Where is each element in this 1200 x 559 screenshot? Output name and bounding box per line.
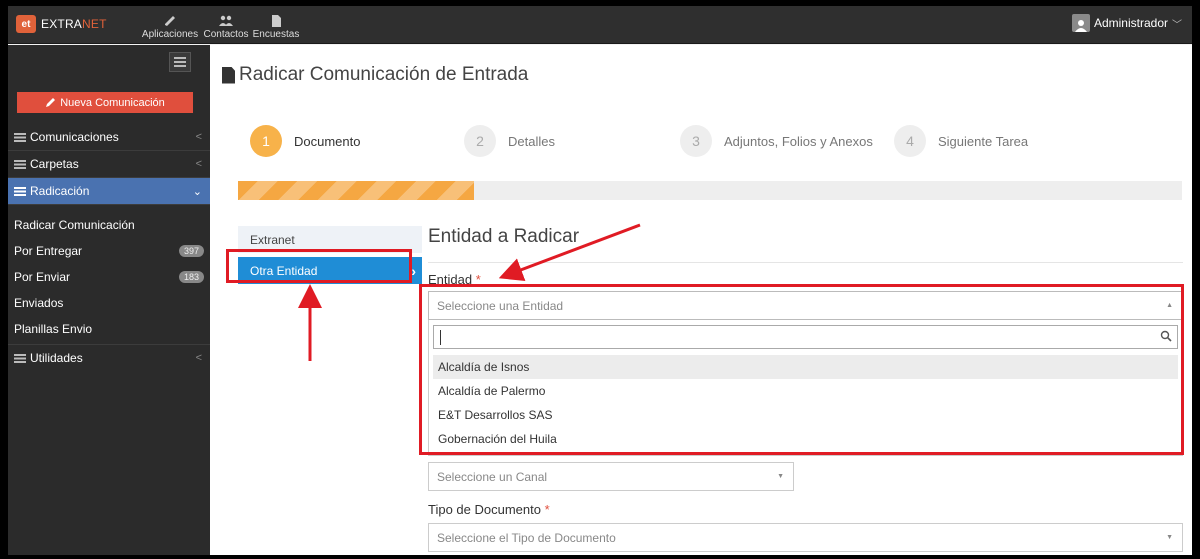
submenu-label: Planillas Envio: [14, 322, 93, 336]
highlight-box-dropdown: [419, 284, 1184, 455]
doc-type-select[interactable]: Seleccione el Tipo de Documento ▼: [428, 523, 1183, 552]
progress-fill: [238, 181, 474, 200]
caret-down-icon: ▼: [1166, 534, 1173, 541]
submenu-item-por-enviar[interactable]: Por Enviar 183: [8, 264, 210, 290]
submenu-label: Radicar Comunicación: [14, 218, 135, 232]
document-icon: [272, 15, 281, 27]
submenu-item-enviados[interactable]: Enviados: [8, 290, 210, 316]
step-label: Detalles: [508, 133, 555, 149]
submenu-label: Enviados: [14, 296, 64, 310]
pencil-icon: [165, 16, 175, 26]
top-bar: et EXTRANET Aplicaciones Contactos Encue…: [8, 6, 1192, 44]
step-number: 3: [680, 125, 712, 157]
sidebar-toggle-button[interactable]: [169, 52, 191, 72]
submenu-item-radicar[interactable]: Radicar Comunicación: [8, 212, 210, 238]
sidebar-item-label: Carpetas: [30, 157, 79, 171]
nav-aplicaciones[interactable]: Aplicaciones: [140, 10, 200, 40]
sidebar-item-radicacion[interactable]: Radicación ⌄: [8, 178, 210, 205]
app-window: et EXTRANET Aplicaciones Contactos Encue…: [8, 6, 1192, 555]
submenu-item-por-entregar[interactable]: Por Entregar 397: [8, 238, 210, 264]
brand[interactable]: et EXTRANET: [16, 15, 107, 33]
page-title: Radicar Comunicación de Entrada: [222, 64, 528, 86]
sidebar: Nueva Comunicación Comunicaciones < Carp…: [8, 45, 210, 555]
chevron-left-icon: <: [195, 158, 202, 170]
users-icon: [219, 15, 233, 26]
channel-select[interactable]: Seleccione un Canal ▼: [428, 462, 794, 491]
nav-contactos[interactable]: Contactos: [200, 10, 252, 40]
nav-label: Encuestas: [252, 29, 300, 40]
nav-label: Aplicaciones: [141, 29, 199, 40]
list-icon: [14, 132, 26, 142]
sidebar-item-carpetas[interactable]: Carpetas <: [8, 151, 210, 178]
step-label: Siguiente Tarea: [938, 133, 1029, 149]
user-menu[interactable]: Administrador ﹀: [1071, 14, 1182, 32]
page-title-text: Radicar Comunicación de Entrada: [239, 64, 529, 85]
user-name: Administrador: [1093, 16, 1168, 30]
chevron-left-icon: <: [195, 131, 202, 143]
chevron-left-icon: <: [195, 352, 202, 364]
brand-logo: et: [16, 15, 36, 33]
step-label: Adjuntos, Folios y Anexos: [724, 133, 873, 149]
required-mark: *: [544, 502, 550, 517]
caret-down-icon: ▼: [777, 473, 784, 480]
nav-label: Contactos: [203, 29, 249, 40]
wizard-progress-bar: [238, 181, 1182, 200]
step-detalles[interactable]: 2 Detalles: [464, 125, 555, 157]
count-badge: 183: [178, 271, 204, 283]
brand-name-accent: NET: [82, 17, 107, 31]
section-title: Entidad a Radicar: [428, 226, 1183, 263]
hamburger-icon: [174, 61, 186, 63]
doc-type-label-text: Tipo de Documento: [428, 502, 541, 517]
step-siguiente-tarea[interactable]: 4 Siguiente Tarea: [894, 125, 1028, 157]
submenu-item-planillas[interactable]: Planillas Envio: [8, 316, 210, 342]
step-number: 4: [894, 125, 926, 157]
step-documento[interactable]: 1 Documento: [250, 125, 360, 157]
submenu-label: Por Enviar: [14, 270, 71, 284]
list-icon: [14, 353, 26, 363]
channel-select-placeholder: Seleccione un Canal: [437, 469, 548, 484]
step-label: Documento: [294, 133, 361, 149]
sidebar-menu: Comunicaciones < Carpetas < Radicación ⌄…: [8, 124, 210, 371]
sidebar-submenu: Radicar Comunicación Por Entregar 397 Po…: [8, 205, 210, 342]
brand-name-part: EXTRA: [41, 17, 83, 31]
sidebar-item-comunicaciones[interactable]: Comunicaciones <: [8, 124, 210, 151]
hamburger-icon: [174, 57, 186, 59]
nav-encuestas[interactable]: Encuestas: [252, 10, 300, 40]
sidebar-item-utilidades[interactable]: Utilidades <: [8, 344, 210, 371]
document-icon: [222, 66, 235, 84]
tab-label: Extranet: [250, 232, 295, 247]
step-adjuntos[interactable]: 3 Adjuntos, Folios y Anexos: [680, 125, 873, 157]
doc-type-field-label: Tipo de Documento *: [428, 502, 1183, 517]
step-number: 2: [464, 125, 496, 157]
chevron-down-icon: ﹀: [1172, 19, 1182, 31]
user-avatar-icon: [1071, 14, 1090, 32]
brand-name: EXTRANET: [41, 17, 107, 31]
chevron-down-icon: ⌄: [192, 185, 202, 198]
sidebar-item-label: Utilidades: [30, 351, 83, 365]
sidebar-item-label: Comunicaciones: [30, 130, 119, 144]
submenu-label: Por Entregar: [14, 244, 83, 258]
hamburger-icon: [174, 65, 186, 67]
list-icon: [14, 159, 26, 169]
count-badge: 397: [178, 245, 204, 257]
doc-type-select-placeholder: Seleccione el Tipo de Documento: [437, 530, 616, 545]
new-communication-button[interactable]: Nueva Comunicación: [17, 92, 193, 113]
step-number: 1: [250, 125, 282, 157]
chevron-right-icon: ›: [411, 262, 416, 279]
new-communication-label: Nueva Comunicación: [60, 96, 165, 109]
sidebar-item-label: Radicación: [30, 184, 90, 198]
highlight-box-tab: [226, 249, 412, 283]
list-icon: [14, 186, 26, 196]
pencil-icon: [46, 98, 56, 107]
